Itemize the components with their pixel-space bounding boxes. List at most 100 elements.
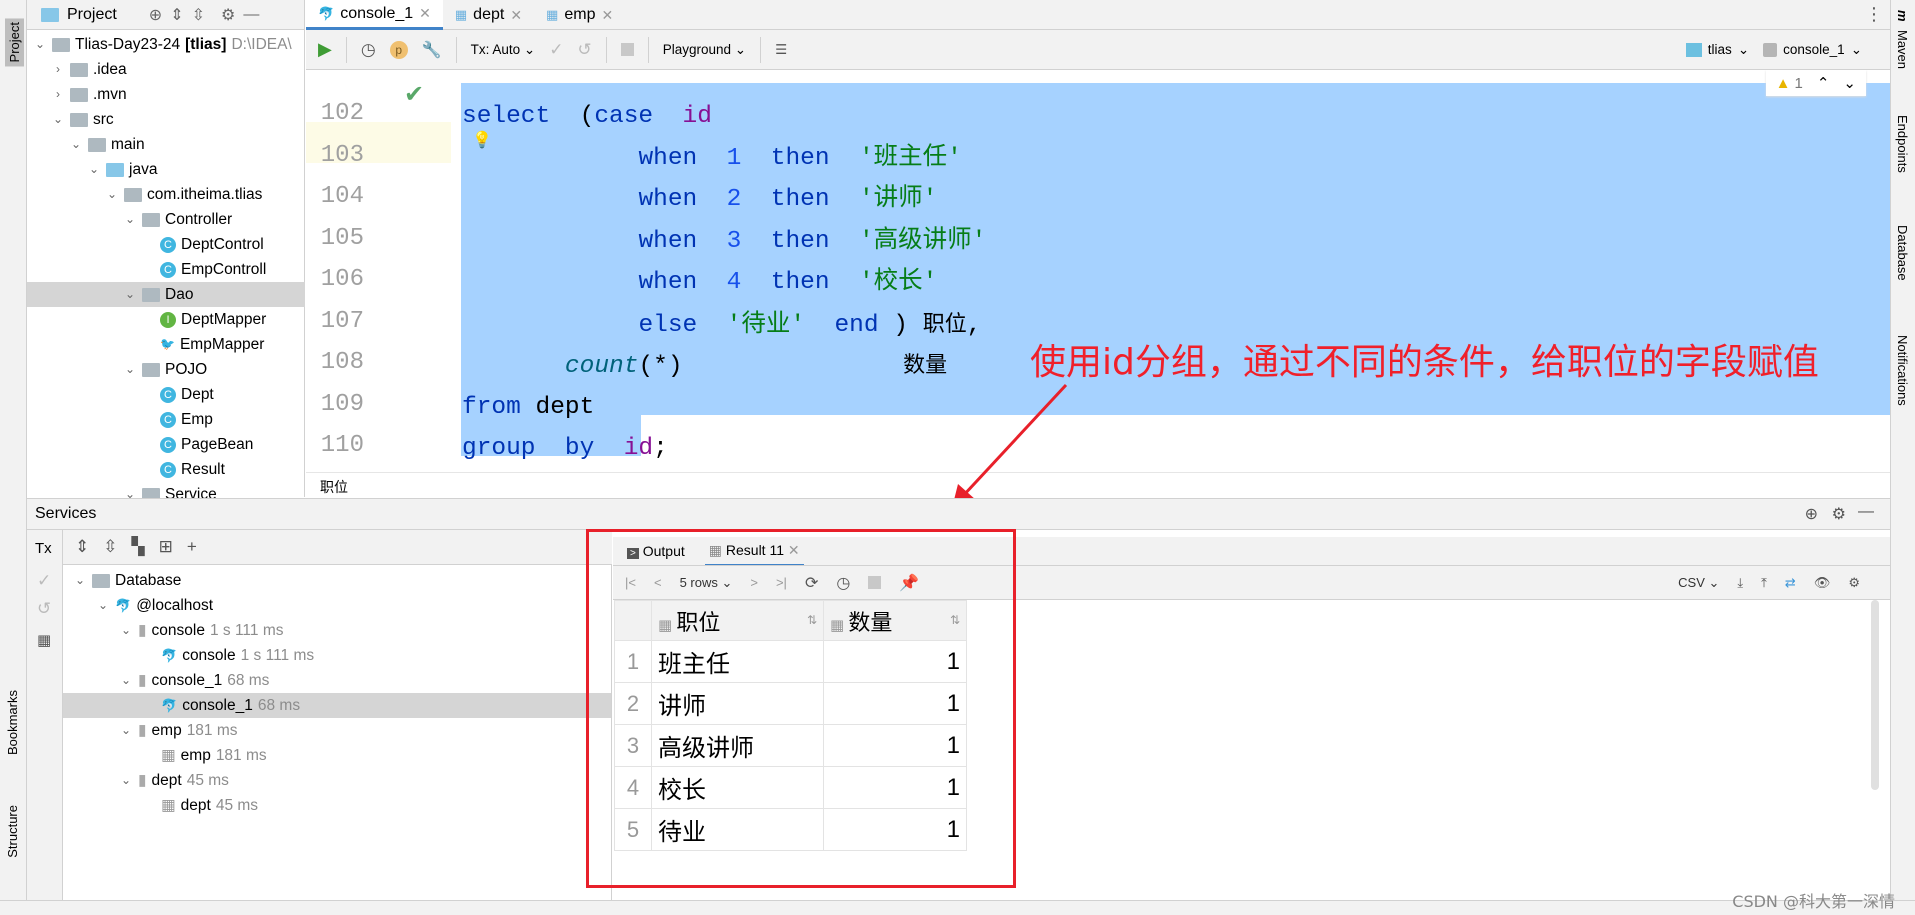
tree-item[interactable]: ⌄ POJO bbox=[123, 357, 207, 382]
chevron-down-icon[interactable]: ⌄ bbox=[119, 768, 133, 793]
chevron-down-icon[interactable]: ⌄ bbox=[69, 132, 83, 157]
stop-icon[interactable] bbox=[620, 43, 634, 56]
playground-dropdown[interactable]: Playground ⌄ bbox=[663, 42, 746, 58]
bookmarks-tool-button[interactable]: Bookmarks bbox=[5, 690, 20, 755]
chevron-right-icon[interactable]: › bbox=[51, 57, 65, 82]
export-format-dropdown[interactable]: CSV ⌄ bbox=[1678, 575, 1719, 591]
target-icon[interactable]: ⊕ bbox=[1805, 504, 1818, 524]
next-highlight-icon[interactable]: ⌄ bbox=[1843, 74, 1856, 92]
inspection-widget[interactable]: ▲ 1 ⌃ ⌄ bbox=[1765, 70, 1866, 96]
sql-editor[interactable]: 101 102 select (case id 103 when 1 then '班… bbox=[306, 70, 1890, 497]
close-icon[interactable]: ✕ bbox=[510, 7, 522, 24]
compare-icon[interactable]: ⇄ bbox=[1785, 575, 1796, 591]
session-dropdown[interactable]: console_1 ⌄ bbox=[1763, 42, 1862, 58]
chevron-right-icon[interactable]: › bbox=[51, 82, 65, 107]
tree-item[interactable]: 🐦 EmpMapper bbox=[141, 332, 264, 357]
tree-item[interactable]: C Result bbox=[141, 457, 225, 482]
editor-breadcrumb[interactable]: 职位 bbox=[306, 472, 1890, 498]
tx-button[interactable]: Tx bbox=[27, 530, 62, 567]
service-item[interactable]: ⌄ 🐬 @localhost bbox=[63, 593, 611, 618]
chevron-down-icon[interactable]: ⌄ bbox=[105, 182, 119, 207]
close-icon[interactable]: ✕ bbox=[419, 5, 431, 22]
import-icon[interactable]: ⤒ bbox=[1761, 575, 1767, 591]
tree-item[interactable]: ⌄ java bbox=[87, 157, 157, 182]
execute-icon[interactable]: ▶ bbox=[318, 39, 332, 60]
export-icon[interactable]: ⤓ bbox=[1737, 575, 1743, 591]
tree-item[interactable]: ⌄ Controller bbox=[123, 207, 232, 232]
expand-all-icon[interactable]: ⇕ bbox=[75, 537, 89, 557]
service-item[interactable]: ⌄ ▮ console_1 68 ms bbox=[63, 668, 611, 693]
prev-highlight-icon[interactable]: ⌃ bbox=[1817, 74, 1830, 92]
service-item[interactable]: ⌄ ▮ dept 45 ms bbox=[63, 768, 611, 793]
tab-dept[interactable]: ▦ dept ✕ bbox=[443, 0, 534, 30]
close-icon[interactable]: ✕ bbox=[601, 7, 613, 24]
new-tab-icon[interactable]: ⊞ bbox=[159, 537, 173, 557]
chevron-down-icon[interactable]: ⌄ bbox=[119, 618, 133, 643]
hide-icon[interactable]: — bbox=[1858, 503, 1874, 521]
rollback-icon[interactable]: ↺ bbox=[27, 595, 62, 623]
rollback-icon[interactable]: ↺ bbox=[577, 40, 591, 60]
chevron-down-icon[interactable]: ⌄ bbox=[96, 593, 110, 618]
history-icon[interactable]: ◷ bbox=[361, 40, 376, 60]
tree-item[interactable]: C EmpControll bbox=[141, 257, 266, 282]
service-item[interactable]: 🐬 console 1 s 111 ms bbox=[63, 643, 611, 668]
tree-item[interactable]: C Emp bbox=[141, 407, 213, 432]
chevron-down-icon[interactable]: ⌄ bbox=[33, 32, 47, 57]
collapse-all-icon[interactable]: ⇳ bbox=[103, 537, 117, 557]
tree-item[interactable]: ⌄ src bbox=[51, 107, 114, 132]
hide-icon[interactable]: — bbox=[243, 6, 259, 24]
tab-emp[interactable]: ▦ emp ✕ bbox=[534, 0, 625, 30]
service-item[interactable]: ⌄ Database bbox=[63, 568, 611, 593]
service-item[interactable]: 🐬 console_1 68 ms bbox=[63, 693, 611, 718]
tree-item[interactable]: › .mvn bbox=[51, 82, 127, 107]
notifications-tool-button[interactable]: Notifications bbox=[1895, 335, 1910, 406]
chevron-down-icon[interactable]: ⌄ bbox=[51, 107, 65, 132]
commit-icon[interactable]: ✓ bbox=[549, 40, 563, 60]
chevron-down-icon[interactable]: ⌄ bbox=[119, 668, 133, 693]
tree-item[interactable]: ⌄ Dao bbox=[27, 282, 305, 307]
table-view-icon[interactable]: ☰ bbox=[775, 42, 787, 58]
layout-icon[interactable]: ▦ bbox=[27, 623, 62, 657]
chevron-down-icon[interactable]: ⌄ bbox=[123, 207, 137, 232]
tree-item[interactable]: ⌄ main bbox=[69, 132, 145, 157]
chevron-down-icon[interactable]: ⌄ bbox=[119, 718, 133, 743]
locate-icon[interactable]: ⊕ bbox=[149, 5, 162, 25]
transaction-mode-dropdown[interactable]: Tx: Auto ⌄ bbox=[471, 42, 536, 58]
tree-item[interactable]: I DeptMapper bbox=[141, 307, 266, 332]
datasource-dropdown[interactable]: tlias ⌄ bbox=[1685, 42, 1749, 58]
tree-item[interactable]: C PageBean bbox=[141, 432, 253, 457]
service-item[interactable]: ⌄ ▮ emp 181 ms bbox=[63, 718, 611, 743]
group-by-icon[interactable]: ▚ bbox=[132, 537, 145, 557]
commit-icon[interactable]: ✓ bbox=[27, 567, 62, 595]
chevron-down-icon[interactable]: ⌄ bbox=[73, 568, 87, 593]
service-item[interactable]: ▦ dept 45 ms bbox=[63, 793, 611, 818]
structure-tool-button[interactable]: Structure bbox=[5, 805, 20, 858]
add-service-icon[interactable]: + bbox=[187, 537, 197, 557]
more-options-icon[interactable]: ⋮ bbox=[1865, 4, 1883, 25]
tree-item[interactable]: ⌄ com.itheima.tlias bbox=[105, 182, 262, 207]
expand-all-icon[interactable]: ⇕ bbox=[170, 5, 183, 25]
endpoints-tool-button[interactable]: Endpoints bbox=[1895, 115, 1910, 173]
tree-item[interactable]: ⌄ Tlias-Day23-24 [tlias] D:\IDEA\ bbox=[33, 32, 292, 57]
tree-item[interactable]: › .idea bbox=[51, 57, 127, 82]
service-item[interactable]: ▦ emp 181 ms bbox=[63, 743, 611, 768]
tree-item[interactable]: C DeptControl bbox=[141, 232, 264, 257]
lightbulb-icon[interactable]: 💡 bbox=[472, 130, 492, 150]
tree-item[interactable]: C Dept bbox=[141, 382, 214, 407]
database-tool-button[interactable]: Database bbox=[1895, 225, 1910, 281]
chevron-down-icon[interactable]: ⌄ bbox=[123, 357, 137, 382]
chevron-down-icon[interactable]: ⌄ bbox=[87, 157, 101, 182]
maven-tool-button[interactable]: Maven bbox=[1895, 30, 1910, 69]
project-title[interactable]: Project bbox=[67, 6, 117, 24]
result-scrollbar[interactable] bbox=[1871, 600, 1879, 790]
service-item[interactable]: ⌄ ▮ console 1 s 111 ms bbox=[63, 618, 611, 643]
explain-plan-icon[interactable]: p bbox=[389, 40, 408, 59]
collapse-all-icon[interactable]: ⇳ bbox=[192, 5, 205, 25]
settings-icon[interactable]: ⚙ bbox=[1848, 575, 1860, 591]
gear-icon[interactable]: ⚙ bbox=[221, 5, 235, 25]
gear-icon[interactable]: ⚙ bbox=[1832, 504, 1846, 524]
project-tool-button[interactable]: Project bbox=[5, 18, 24, 67]
settings-wrench-icon[interactable]: 🔧 bbox=[422, 40, 442, 60]
tab-console_1[interactable]: 🐬 console_1 ✕ bbox=[306, 0, 443, 30]
chevron-down-icon[interactable]: ⌄ bbox=[123, 282, 137, 307]
